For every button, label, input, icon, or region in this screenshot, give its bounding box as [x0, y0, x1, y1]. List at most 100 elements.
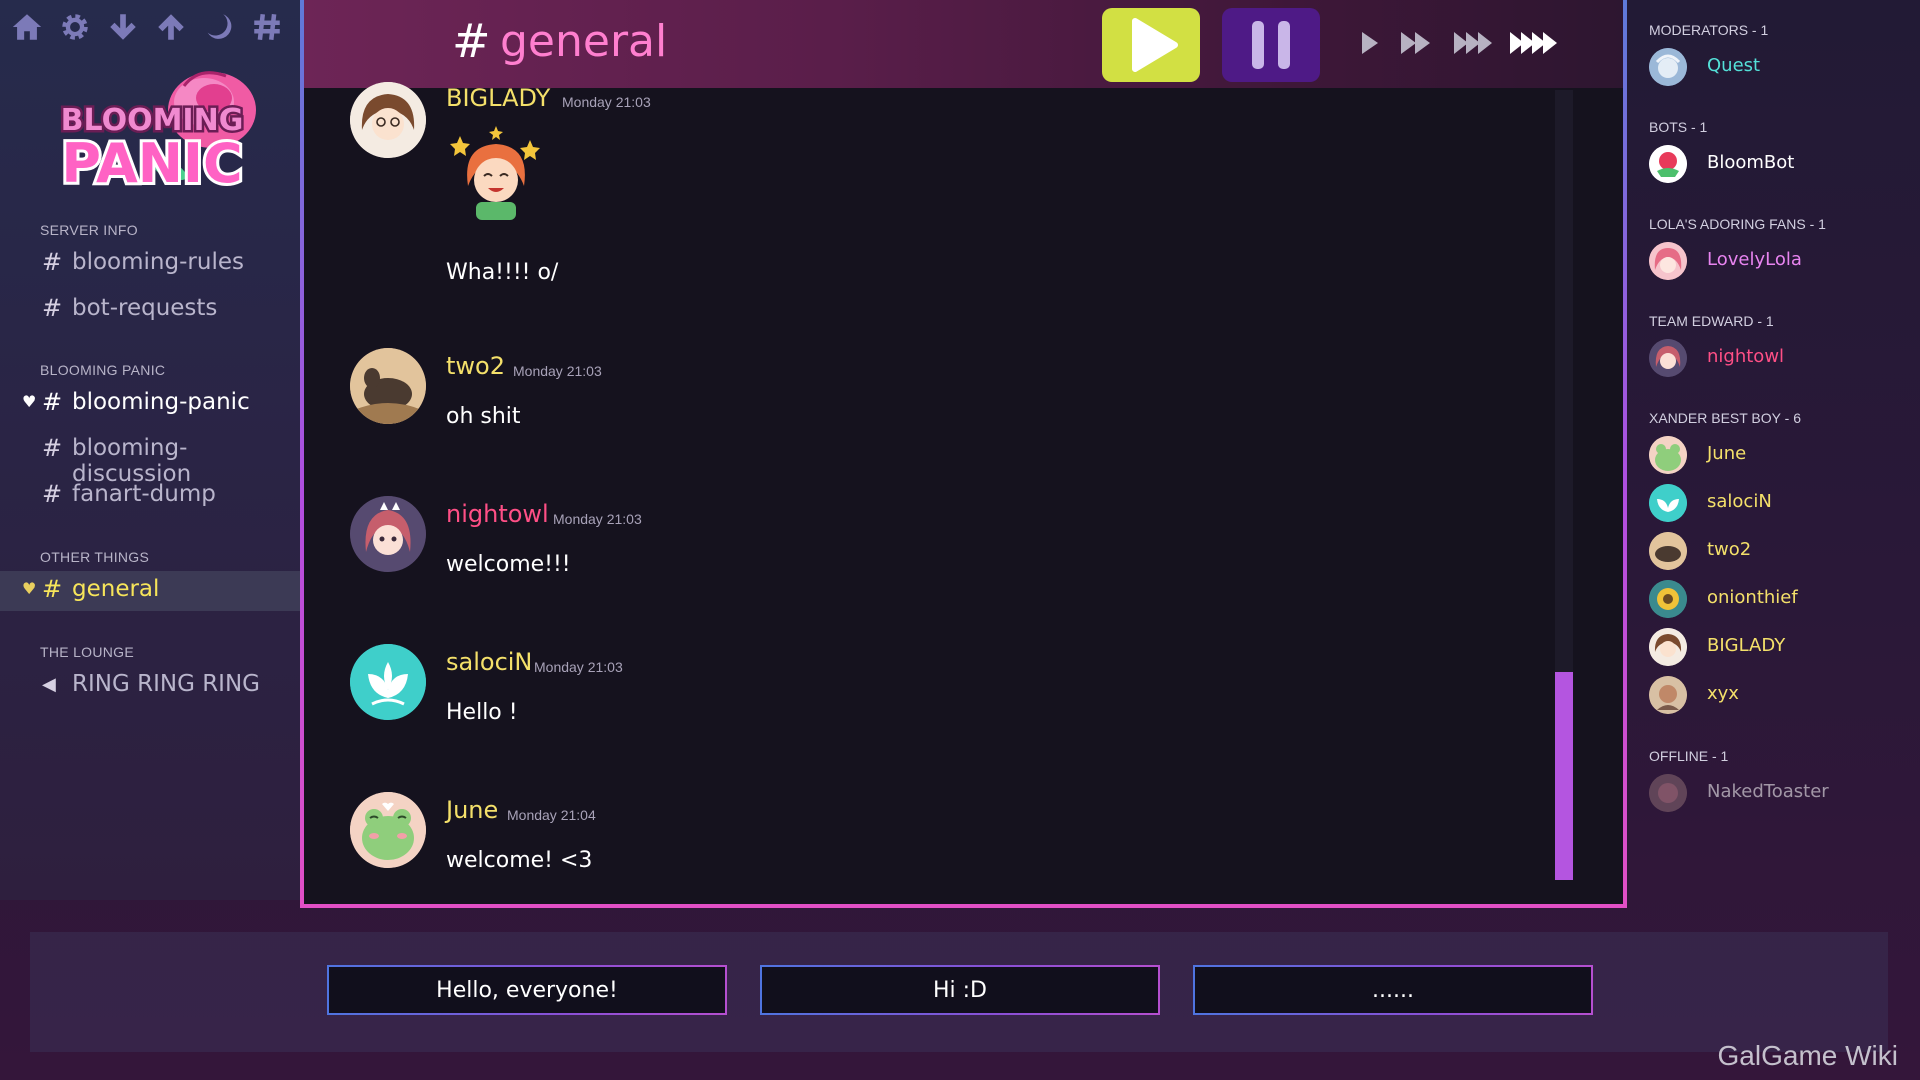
pause-icon — [1252, 21, 1290, 69]
play-icon — [1132, 18, 1178, 72]
avatar[interactable] — [350, 82, 426, 158]
member-item[interactable]: BIGLADY — [1649, 628, 1909, 668]
hash-icon: # — [42, 294, 63, 322]
channel-name: RING RING RING — [72, 671, 260, 697]
speed-3x-button[interactable] — [1452, 26, 1500, 60]
hash-icon: # — [42, 248, 63, 276]
watermark: GalGame Wiki — [1717, 1040, 1898, 1071]
message-timestamp: Monday 21:03 — [513, 363, 602, 379]
message-timestamp: Monday 21:04 — [507, 807, 596, 823]
choice-button[interactable]: ...... — [1193, 965, 1593, 1015]
member-group-label: BOTS - 1 — [1649, 119, 1708, 135]
member-item[interactable]: onionthief — [1649, 580, 1909, 620]
chat-panel: # general BIGLADY Monday 21:03 Wha!!!! o… — [300, 0, 1627, 908]
channel-fanart-dump[interactable]: # fanart-dump — [0, 476, 300, 516]
moon-icon[interactable] — [200, 8, 238, 46]
chat-title: general — [500, 16, 668, 67]
channel-blooming-panic[interactable]: ♥ # blooming-panic — [0, 384, 300, 424]
message-text: Hello ! — [446, 700, 518, 725]
member-list: MODERATORS - 1 Quest BOTS - 1 BloomBot L… — [1627, 0, 1920, 900]
speed-4x-button[interactable] — [1508, 26, 1562, 60]
message-author[interactable]: two2 — [446, 352, 505, 380]
arrow-up-icon[interactable] — [152, 8, 190, 46]
home-icon[interactable] — [8, 8, 46, 46]
channel-sidebar: BLOOMING PANIC SERVER INFO # blooming-ru… — [0, 0, 300, 900]
member-item[interactable]: Quest — [1649, 48, 1909, 88]
hash-icon[interactable] — [248, 8, 286, 46]
avatar — [1649, 628, 1687, 666]
play-icon — [1362, 32, 1378, 54]
choice-button[interactable]: Hello, everyone! — [327, 965, 727, 1015]
avatar[interactable] — [350, 644, 426, 720]
hash-icon: # — [452, 14, 491, 68]
member-item[interactable]: June — [1649, 436, 1909, 476]
message-text: Wha!!!! o/ — [446, 260, 559, 285]
channel-blooming-discussion[interactable]: # blooming-discussion — [0, 430, 300, 487]
channel-name: blooming-rules — [72, 249, 244, 275]
member-item[interactable]: NakedToaster — [1649, 774, 1909, 814]
avatar[interactable] — [350, 496, 426, 572]
avatar[interactable] — [350, 348, 426, 424]
emoji-sticker — [446, 124, 546, 224]
speaker-icon: ◀ — [42, 674, 56, 695]
choice-button[interactable]: Hi :D — [760, 965, 1160, 1015]
member-name: NakedToaster — [1707, 781, 1829, 802]
message-text: welcome! <3 — [446, 848, 593, 873]
category-label: THE LOUNGE — [40, 644, 135, 660]
svg-text:PANIC: PANIC — [61, 132, 242, 195]
avatar — [1649, 48, 1687, 86]
hash-icon: # — [42, 480, 63, 508]
avatar — [1649, 580, 1687, 618]
message-author[interactable]: nightowl — [446, 500, 549, 528]
member-name: xyx — [1707, 683, 1739, 704]
fast-forward-icon — [1510, 32, 1557, 54]
speed-2x-button[interactable] — [1398, 26, 1436, 60]
member-item[interactable]: xyx — [1649, 676, 1909, 716]
channel-general[interactable]: ♥ # general — [0, 571, 300, 611]
pause-button[interactable] — [1222, 8, 1320, 82]
message-author[interactable]: BIGLADY — [446, 84, 550, 112]
gear-icon[interactable] — [56, 8, 94, 46]
avatar — [1649, 532, 1687, 570]
member-item[interactable]: salociN — [1649, 484, 1909, 524]
channel-name: fanart-dump — [72, 481, 216, 507]
voice-channel-ring-ring-ring[interactable]: ◀ RING RING RING — [0, 666, 300, 706]
avatar — [1649, 339, 1687, 377]
member-item[interactable]: LovelyLola — [1649, 242, 1909, 282]
fast-forward-icon — [1401, 32, 1430, 54]
channel-blooming-rules[interactable]: # blooming-rules — [0, 244, 300, 284]
channel-name: blooming-panic — [72, 389, 250, 415]
member-item[interactable]: nightowl — [1649, 339, 1909, 379]
heart-icon: ♥ — [22, 392, 37, 411]
avatar[interactable] — [350, 792, 426, 868]
message-text: oh shit — [446, 404, 521, 429]
category-label: SERVER INFO — [40, 222, 138, 238]
message-author[interactable]: June — [446, 796, 498, 824]
message-author[interactable]: salociN — [446, 648, 532, 676]
scrollbar-thumb[interactable] — [1555, 672, 1573, 880]
channel-name: bot-requests — [72, 295, 218, 321]
message-timestamp: Monday 21:03 — [553, 511, 642, 527]
member-name: two2 — [1707, 539, 1752, 560]
arrow-down-icon[interactable] — [104, 8, 142, 46]
avatar — [1649, 676, 1687, 714]
category-label: BLOOMING PANIC — [40, 362, 166, 378]
channel-bot-requests[interactable]: # bot-requests — [0, 290, 300, 330]
message-timestamp: Monday 21:03 — [562, 94, 651, 110]
member-name: Quest — [1707, 55, 1761, 76]
member-item[interactable]: BloomBot — [1649, 145, 1909, 185]
message-text: welcome!!! — [446, 552, 571, 577]
hash-icon: # — [42, 388, 63, 416]
heart-icon: ♥ — [22, 579, 37, 598]
member-group-label: OFFLINE - 1 — [1649, 748, 1729, 764]
avatar — [1649, 436, 1687, 474]
avatar — [1649, 145, 1687, 183]
avatar — [1649, 774, 1687, 812]
play-button[interactable] — [1102, 8, 1200, 82]
member-group-label: MODERATORS - 1 — [1649, 22, 1769, 38]
speed-1x-button[interactable] — [1358, 26, 1382, 60]
member-item[interactable]: two2 — [1649, 532, 1909, 572]
chat-header: # general — [304, 0, 1623, 88]
message-timestamp: Monday 21:03 — [534, 659, 623, 675]
message-list: BIGLADY Monday 21:03 Wha!!!! o/ two2 Mon… — [304, 82, 1564, 888]
